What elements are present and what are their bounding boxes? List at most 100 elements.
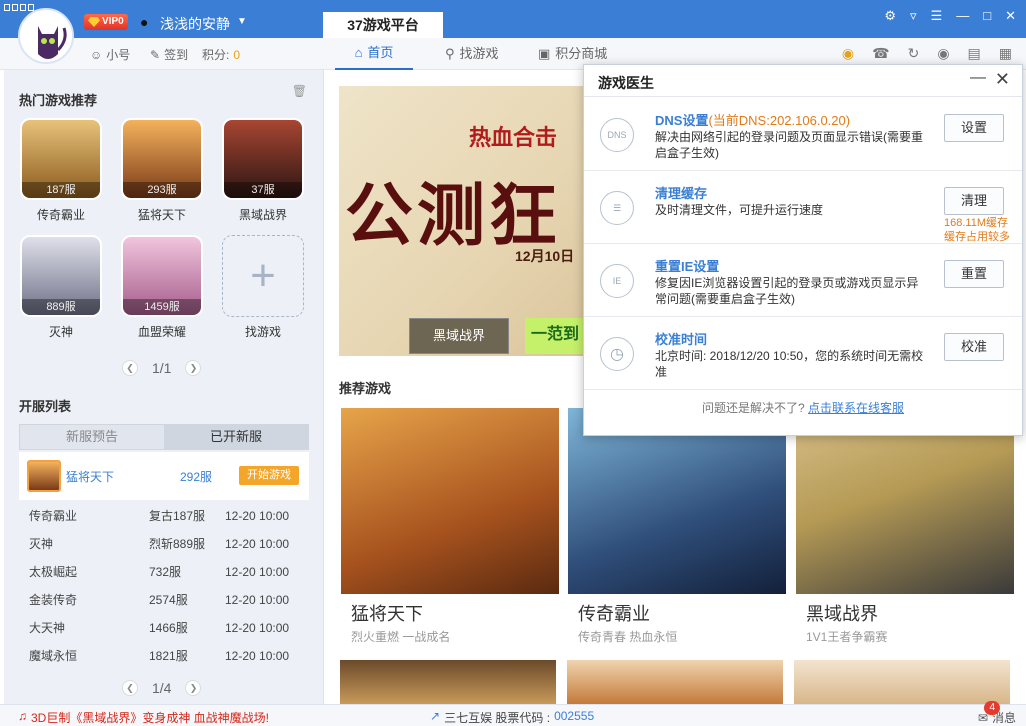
calibrate-time-item: ◷ 校准时间 北京时间: 2018/12/20 10:50，您的系统时间无需校准…: [584, 317, 1022, 390]
reset-ie-item: IE 重置IE设置 修复因IE浏览器设置引起的登录页或游戏页显示异常问题(需要重…: [584, 244, 1022, 317]
chevron-left-icon[interactable]: ❮: [122, 680, 138, 696]
dns-name: DNS设置: [655, 113, 709, 128]
alt-account-label: 小号: [106, 48, 131, 62]
contact-support-link[interactable]: 点击联系在线客服: [808, 401, 904, 415]
minimize-icon[interactable]: —: [956, 8, 969, 24]
checkin-label: 签到: [164, 48, 189, 62]
game-thumbnail[interactable]: 293服: [121, 118, 203, 200]
table-row[interactable]: 灭神 烈斩889服 12-20 10:00: [19, 530, 309, 558]
game-card[interactable]: [794, 660, 1010, 704]
tool-icons: ◉ ☎ ↻ ◉ ▤ ▦: [842, 45, 1012, 62]
tab-find-game[interactable]: ⚲ 找游戏: [445, 38, 499, 70]
chart-icon: ↗: [430, 709, 441, 723]
hot-game-item[interactable]: 1459服 血盟荣耀: [120, 235, 204, 340]
game-name: 传奇霸业: [36, 208, 85, 222]
vip-badge[interactable]: VIP0: [84, 14, 128, 30]
coins-icon[interactable]: ◉: [842, 45, 854, 62]
plus-icon[interactable]: +: [222, 235, 304, 317]
messages-button[interactable]: ✉ 消息 4: [978, 701, 1016, 726]
dns-icon: DNS: [600, 118, 634, 152]
broom-icon: ☰: [600, 191, 634, 225]
game-card[interactable]: 猛将天下 烈火重燃 一战成名: [341, 408, 559, 648]
featured-server-game: 猛将天下: [66, 470, 115, 484]
clear-cache-button[interactable]: 清理: [944, 187, 1004, 215]
close-icon[interactable]: ✕: [995, 69, 1010, 90]
calibrate-time-desc: 北京时间: 2018/12/20 10:50，您的系统时间无需校准: [655, 349, 924, 379]
game-thumbnail[interactable]: 1459服: [121, 235, 203, 317]
hot-pager-label: 1/1: [152, 360, 172, 376]
chevron-right-icon[interactable]: ❯: [185, 680, 202, 696]
table-row[interactable]: 传奇霸业 复古187服 12-20 10:00: [19, 502, 309, 530]
game-card[interactable]: 传奇霸业 传奇青春 热血永恒: [568, 408, 786, 648]
edit-icon: ✎: [150, 47, 161, 62]
gift-box-icon: ▣: [538, 46, 551, 61]
game-card[interactable]: [340, 660, 556, 704]
server-game: 魔域永恒: [29, 649, 78, 663]
clear-cache-item: ☰ 清理缓存 及时清理文件，可提升运行速度 清理 168.11M缓存 缓存占用较…: [584, 171, 1022, 244]
table-row[interactable]: 金装传奇 2574服 12-20 10:00: [19, 586, 309, 614]
game-card-title: 黑域战界: [806, 604, 878, 624]
table-row[interactable]: 大天神 1466服 12-20 10:00: [19, 614, 309, 642]
game-server: 293服: [123, 182, 201, 198]
game-server: 37服: [224, 182, 302, 198]
headset-icon[interactable]: ☎: [872, 45, 889, 62]
game-thumbnail[interactable]: 187服: [20, 118, 102, 200]
close-icon[interactable]: ✕: [1005, 8, 1016, 24]
game-card-title: 传奇霸业: [578, 604, 650, 624]
tab-platform[interactable]: 37游戏平台: [323, 12, 443, 38]
tab-opened-servers[interactable]: 已开新服: [164, 425, 308, 449]
camera-icon[interactable]: ◉: [937, 45, 949, 62]
featured-server-row[interactable]: 猛将天下 292服 开始游戏: [19, 452, 309, 500]
server-number: 2574服: [149, 593, 188, 607]
trash-icon[interactable]: 🗑: [292, 84, 307, 98]
hot-game-item[interactable]: 889服 灭神: [19, 235, 103, 340]
hot-game-item[interactable]: 187服 传奇霸业: [19, 118, 103, 223]
calendar-icon[interactable]: ▦: [999, 45, 1012, 62]
game-thumbnail[interactable]: 889服: [20, 235, 102, 317]
tab-home[interactable]: ⌂ 首页: [335, 38, 413, 70]
vip-label: VIP0: [102, 16, 124, 27]
skin-icon[interactable]: ▿: [910, 8, 917, 24]
server-number: 1466服: [149, 621, 188, 635]
minimize-icon[interactable]: —: [970, 69, 986, 87]
avatar[interactable]: [18, 8, 74, 64]
start-game-button[interactable]: 开始游戏: [239, 466, 299, 485]
refresh-icon[interactable]: ↻: [908, 45, 920, 62]
promo-banner[interactable]: 热血合击 公测狂 12月10日 黑域战界 一范到: [339, 86, 599, 356]
points-display: 积分: 0: [202, 46, 240, 63]
checkin-button[interactable]: ✎ 签到: [150, 46, 188, 63]
chevron-down-icon[interactable]: ▼: [237, 16, 247, 27]
current-dns: (当前DNS:202.106.0.20): [708, 113, 851, 128]
game-thumbnail[interactable]: 37服: [222, 118, 304, 200]
banner-thumb[interactable]: 黑域战界: [409, 318, 509, 354]
gift-icon[interactable]: ⚙: [884, 8, 896, 24]
game-name: 黑域战界: [238, 208, 287, 222]
news-ticker[interactable]: ♫ 3D巨制《黑域战界》变身成神 血战神魔战场!: [18, 709, 269, 726]
game-card[interactable]: 黑域战界 1V1王者争霸赛: [796, 408, 1014, 648]
server-time: 12-20 10:00: [225, 649, 290, 663]
table-row[interactable]: 太极崛起 732服 12-20 10:00: [19, 558, 309, 586]
maximize-icon[interactable]: □: [983, 8, 991, 24]
find-game-item[interactable]: + 找游戏: [221, 235, 305, 340]
hot-pager: ❮ 1/1 ❯: [122, 360, 202, 376]
desktop-icon[interactable]: ▤: [968, 45, 981, 62]
reset-ie-button[interactable]: 重置: [944, 260, 1004, 288]
hot-game-item[interactable]: 293服 猛将天下: [120, 118, 204, 223]
tab-upcoming-servers[interactable]: 新服预告: [20, 425, 164, 449]
status-bar: ♫ 3D巨制《黑域战界》变身成神 血战神魔战场! ↗ 三七互娱 股票代码 :0025…: [0, 701, 1026, 726]
alt-account-button[interactable]: ☺ 小号: [90, 46, 130, 63]
game-name: 猛将天下: [137, 208, 186, 222]
game-card[interactable]: [567, 660, 783, 704]
table-row[interactable]: 魔域永恒 1821服 12-20 10:00: [19, 642, 309, 670]
menu-icon[interactable]: ☰: [931, 8, 943, 24]
chevron-left-icon[interactable]: ❮: [122, 360, 138, 376]
reset-ie-title: 重置IE设置: [655, 259, 720, 274]
window-menu-icon[interactable]: [4, 4, 34, 11]
ticker-text: 3D巨制《黑域战界》变身成神 血战神魔战场!: [31, 711, 270, 725]
dns-settings-button[interactable]: 设置: [944, 114, 1004, 142]
chevron-right-icon[interactable]: ❯: [185, 360, 202, 376]
game-card-desc: 1V1王者争霸赛: [806, 630, 888, 644]
calibrate-time-button[interactable]: 校准: [944, 333, 1004, 361]
username[interactable]: 浅浅的安静: [160, 14, 230, 34]
hot-game-item[interactable]: 37服 黑域战界: [221, 118, 305, 223]
